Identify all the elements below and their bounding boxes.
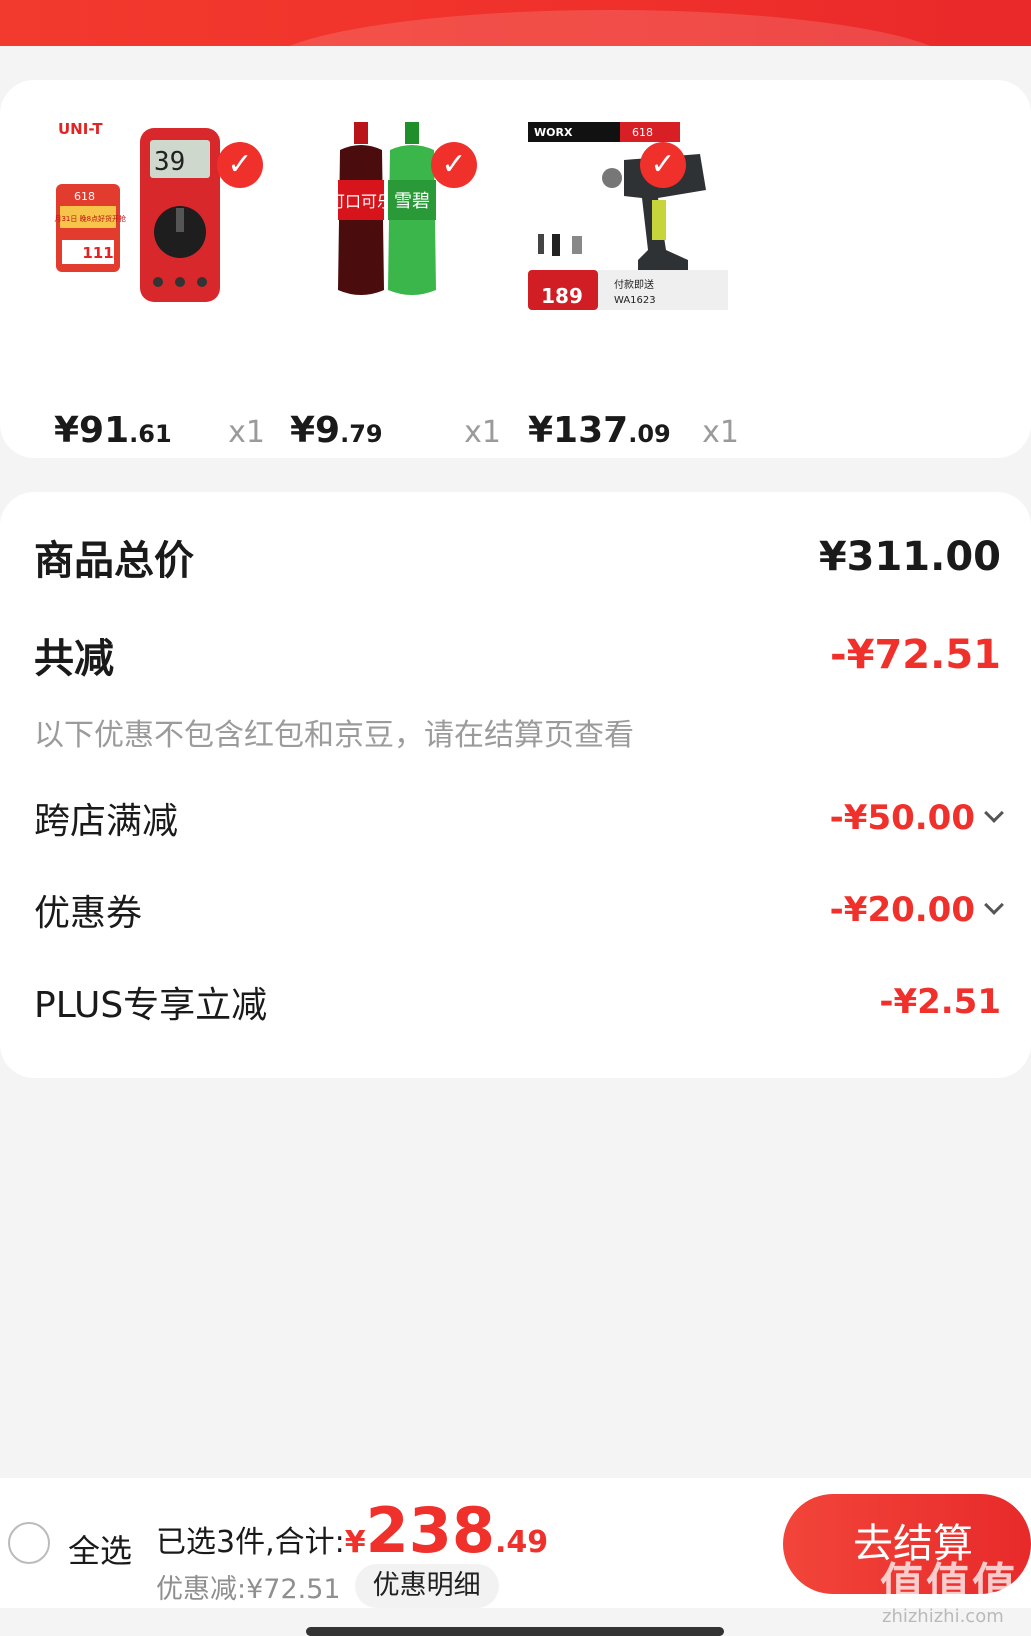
product-quantity: x1 (464, 415, 501, 450)
product-quantity: x1 (702, 415, 739, 450)
total-price-label: 商品总价 (34, 538, 194, 584)
home-indicator[interactable] (306, 1627, 724, 1636)
discount-row-plus: PLUS专享立减 -¥2.51 (34, 976, 1001, 1028)
checked-icon[interactable]: ✓ (217, 142, 263, 188)
discount-row-cross-store[interactable]: 跨店满减 -¥50.00 (34, 792, 1004, 844)
discount-row-coupon[interactable]: 优惠券 -¥20.00 (34, 884, 1004, 936)
product-item-drill[interactable]: WORX 618 189 付款即送 WA1623 ✓ ¥137.09 x1 (528, 120, 743, 451)
drill-image: WORX 618 189 付款即送 WA1623 (528, 122, 728, 310)
product-price: ¥91.61 (54, 410, 172, 451)
svg-text:189: 189 (541, 284, 583, 308)
svg-text:5月31日 晚8点好货开抢: 5月31日 晚8点好货开抢 (54, 214, 126, 223)
svg-text:WA1623: WA1623 (614, 295, 656, 306)
discount-amount: -¥20.00 (830, 890, 1004, 930)
discount-amount: -¥2.51 (879, 982, 1001, 1022)
discount-detail-button[interactable]: 优惠明细 (354, 1564, 499, 1608)
product-price: ¥9.79 (290, 410, 383, 451)
svg-text:可口可乐: 可口可乐 (329, 192, 393, 211)
discount-amount: -¥50.00 (830, 798, 1004, 838)
selected-products-card: UNI-T 39 618 5月31日 晚8点好货开抢 111 ✓ ¥91.61 … (0, 80, 1031, 458)
select-all-radio[interactable] (8, 1522, 50, 1564)
svg-text:618: 618 (74, 190, 95, 203)
chevron-down-icon[interactable] (984, 895, 1004, 915)
total-amount: 238 (365, 1494, 496, 1567)
total-reduce-amount: -¥72.51 (830, 632, 1001, 678)
svg-text:111: 111 (82, 244, 113, 262)
price-summary-card: 商品总价 ¥311.00 共减 -¥72.51 以下优惠不包含红包和京豆，请在结… (0, 492, 1031, 1078)
discount-total-text: 优惠减:¥72.51 (156, 1573, 341, 1605)
product-price: ¥137.09 (528, 410, 671, 451)
watermark-logo: 值值值 (880, 1559, 1018, 1610)
checked-icon[interactable]: ✓ (431, 142, 477, 188)
svg-text:39: 39 (154, 147, 185, 177)
total-reduce-label: 共减 (34, 636, 114, 682)
product-item-multimeter[interactable]: UNI-T 39 618 5月31日 晚8点好货开抢 111 ✓ ¥91.61 … (54, 120, 269, 451)
discount-note: 以下优惠不包含红包和京豆，请在结算页查看 (34, 718, 634, 753)
discount-summary: 优惠减:¥72.51 优惠明细 (156, 1564, 499, 1608)
product-item-cola-sprite[interactable]: 可口可乐 雪碧 ✓ ¥9.79 x1 (290, 120, 505, 451)
select-all-label[interactable]: 全选 (68, 1526, 132, 1572)
svg-text:WORX: WORX (534, 126, 573, 139)
product-brand-uni-t: UNI-T (58, 120, 103, 138)
watermark-url: zhizhizhi.com (882, 1606, 1004, 1627)
selected-total: 已选3件,合计: ¥ 238 .49 (156, 1494, 549, 1567)
svg-text:付款即送: 付款即送 (614, 278, 654, 291)
product-quantity: x1 (228, 415, 265, 450)
top-banner (0, 0, 1031, 46)
discount-label: PLUS专享立减 (34, 985, 268, 1026)
svg-text:618: 618 (632, 126, 653, 139)
chevron-down-icon[interactable] (984, 803, 1004, 823)
total-price-amount: ¥311.00 (818, 534, 1001, 580)
total-reduce-row: 共减 -¥72.51 (34, 626, 1001, 684)
discount-label: 优惠券 (34, 893, 143, 934)
discount-label: 跨店满减 (34, 801, 179, 842)
checked-icon[interactable]: ✓ (640, 142, 686, 188)
checkout-bar: 全选 已选3件,合计: ¥ 238 .49 优惠减:¥72.51 优惠明细 去结… (0, 1478, 1031, 1608)
svg-text:雪碧: 雪碧 (394, 191, 430, 212)
total-price-row: 商品总价 ¥311.00 (34, 528, 1001, 586)
